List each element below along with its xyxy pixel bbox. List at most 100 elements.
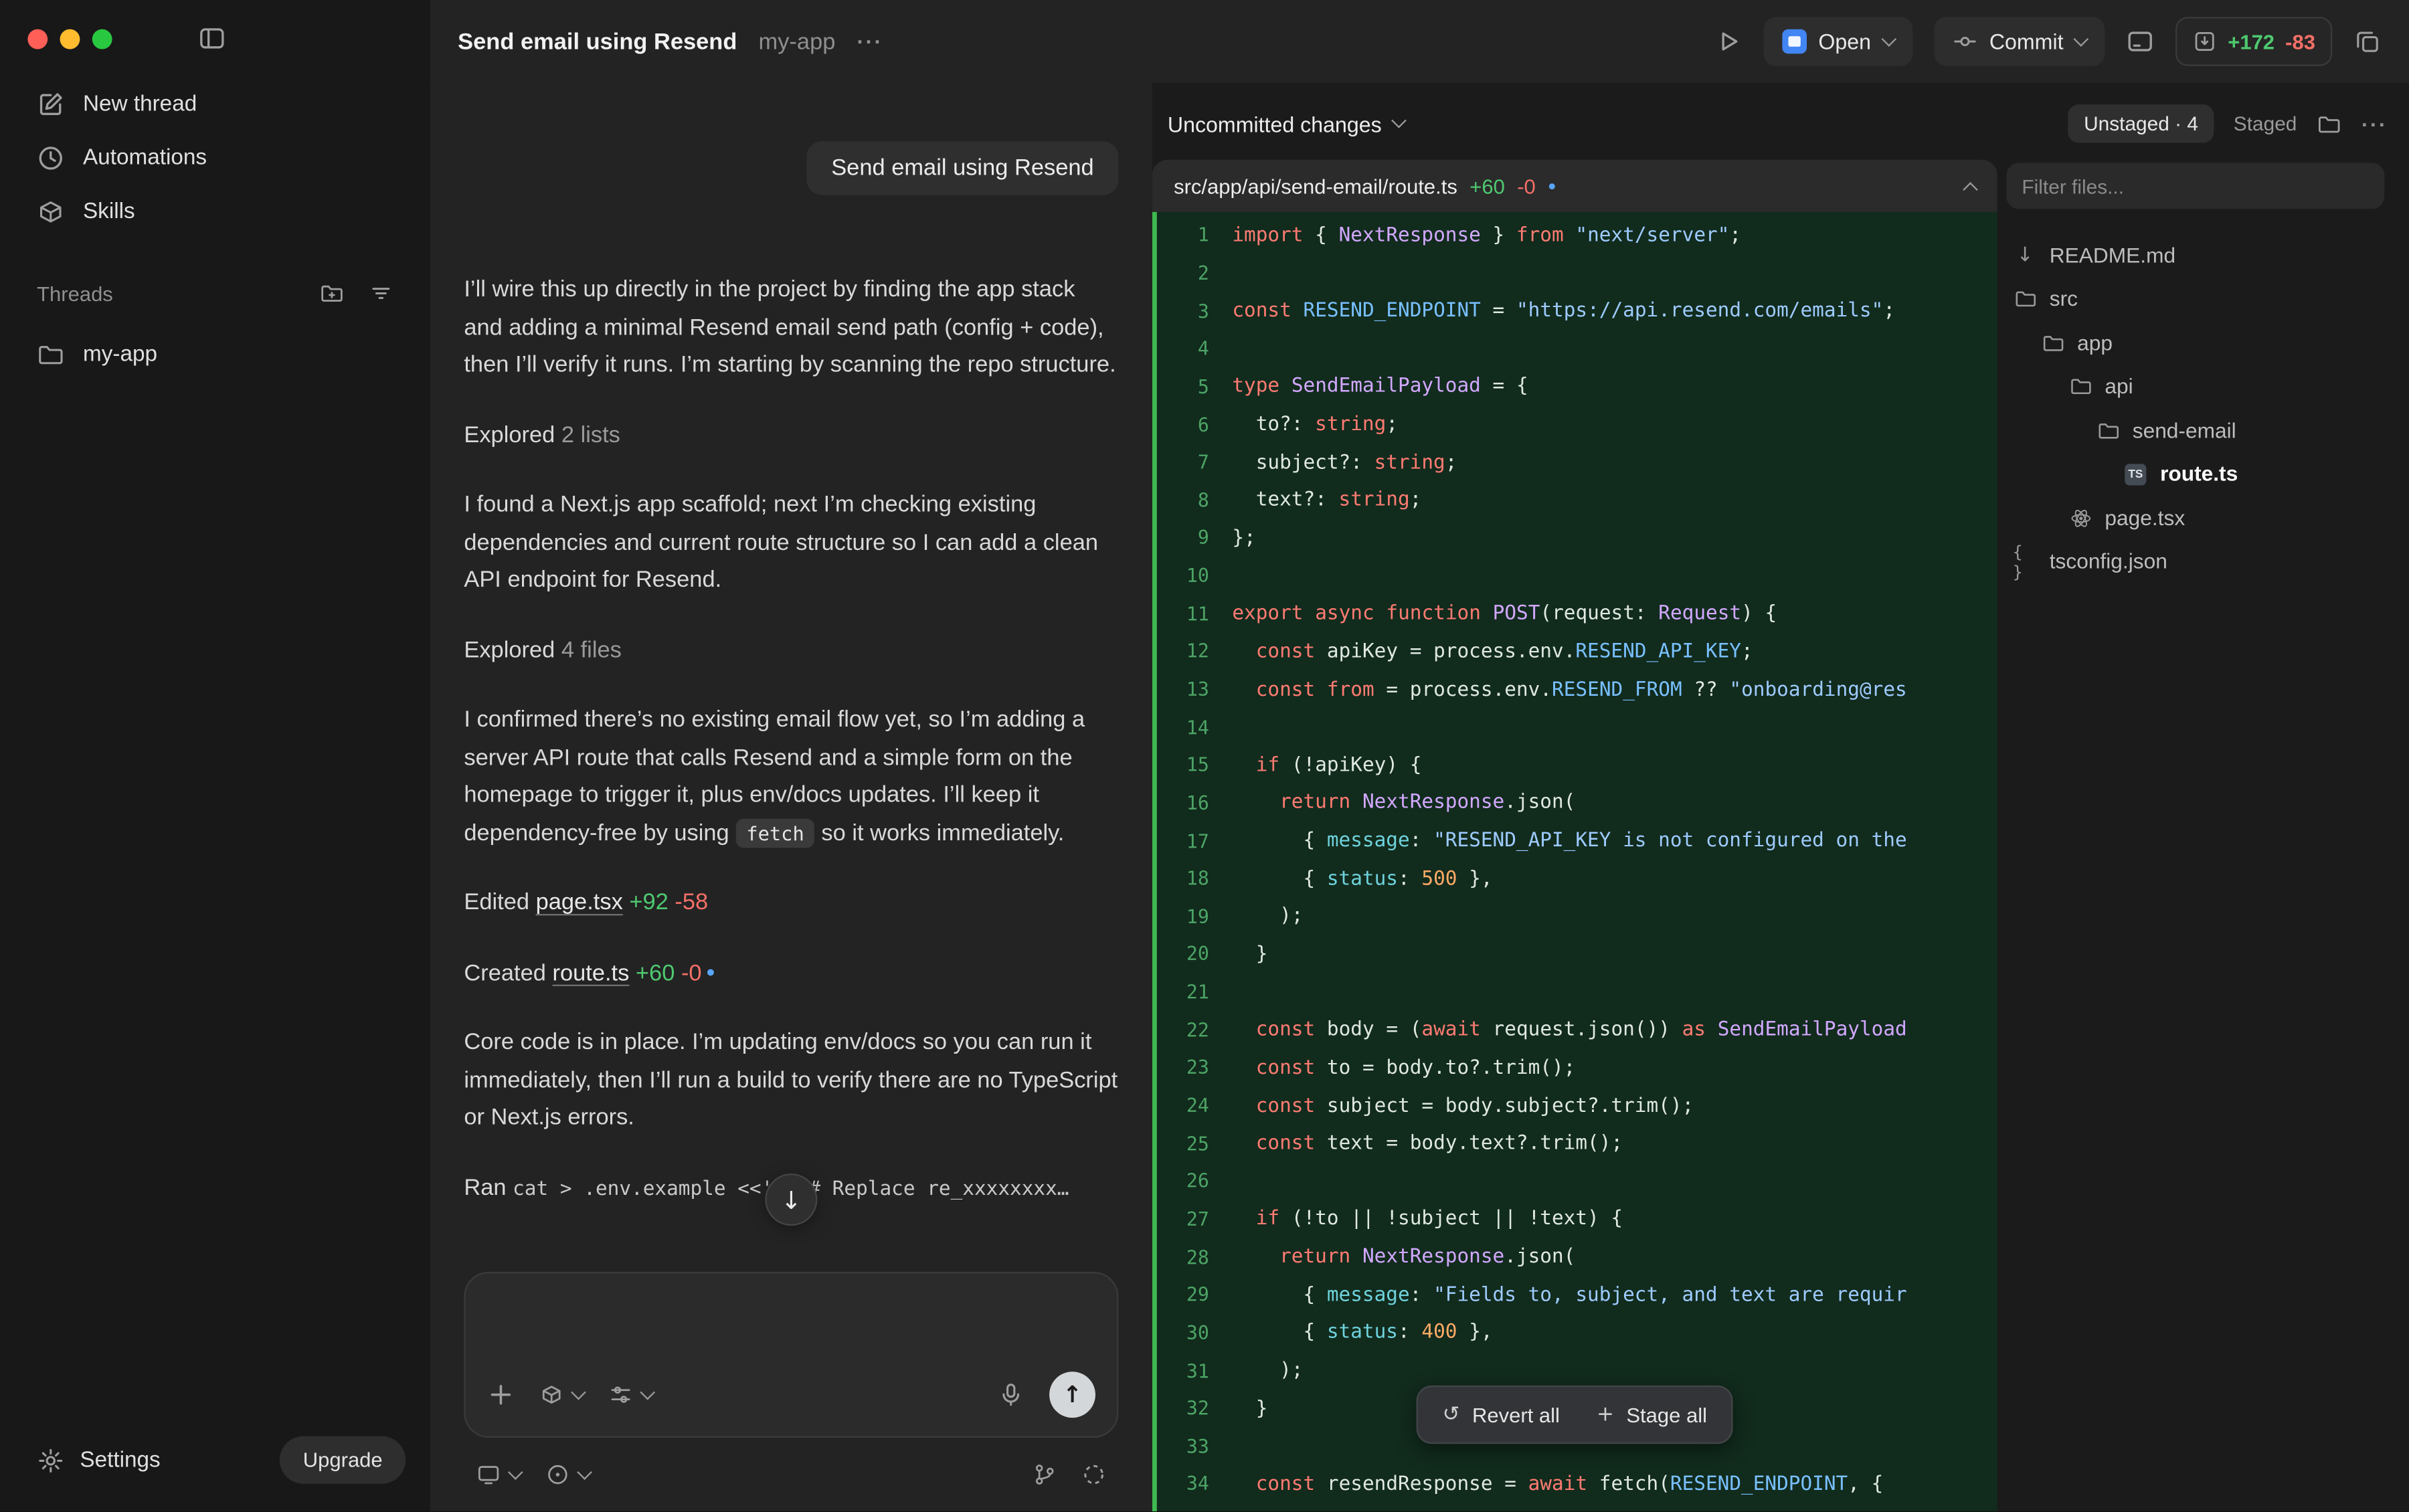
settings-label: Settings <box>80 1448 160 1473</box>
line-number: 25 <box>1157 1133 1209 1155</box>
collapse-files-icon[interactable] <box>2317 111 2341 136</box>
stage-all-button[interactable]: + Stage all <box>1581 1393 1722 1436</box>
file-tree-item-route.ts[interactable]: TSroute.ts <box>2006 452 2384 496</box>
new-folder-icon[interactable] <box>320 281 345 306</box>
file-tree-item-README.md[interactable]: ↓README.md <box>2006 233 2384 277</box>
open-label: Open <box>1818 29 1871 54</box>
status-spinner-icon[interactable] <box>1081 1462 1106 1487</box>
terminal-panel-icon[interactable] <box>2127 27 2154 55</box>
chevron-down-icon <box>1392 113 1407 128</box>
line-number: 9 <box>1157 528 1209 549</box>
sidebar-item-skills[interactable]: Skills <box>15 185 415 238</box>
context-selector[interactable] <box>545 1462 590 1487</box>
file-link[interactable]: route.ts <box>552 959 629 985</box>
line-number: 14 <box>1157 717 1209 738</box>
thread-menu-icon[interactable]: ··· <box>857 29 883 54</box>
copy-icon[interactable] <box>2353 27 2381 55</box>
text-segment: -0 <box>675 959 701 985</box>
folder-icon <box>2096 419 2121 442</box>
diff-line-27: 27 if (!to || !subject || !text) { <box>1157 1201 1997 1239</box>
line-number: 24 <box>1157 1095 1209 1117</box>
up-arrow-icon: ↑ <box>1063 1381 1082 1408</box>
gear-icon <box>37 1446 64 1474</box>
nav-label: New thread <box>83 92 197 116</box>
diff-file-header[interactable]: src/app/api/send-email/route.ts +60 -0 ● <box>1152 160 1997 212</box>
file-tree-item-src[interactable]: src <box>2006 277 2384 320</box>
file-name: app <box>2077 331 2113 354</box>
unstaged-tab[interactable]: Unstaged · 4 <box>2068 104 2214 143</box>
thread-label: my-app <box>83 342 157 367</box>
react-icon <box>2068 506 2092 529</box>
line-number: 12 <box>1157 641 1209 662</box>
text-segment: # Replace re_xxxxxxxx… <box>797 1177 1069 1200</box>
stage-all-label: Stage all <box>1626 1403 1707 1426</box>
file-name: page.tsx <box>2105 506 2185 529</box>
file-link[interactable]: page.tsx <box>536 889 623 915</box>
file-list: ↓README.mdsrc app api send-email TSroute.ts p… <box>2006 233 2384 583</box>
scroll-to-bottom-button[interactable]: ↓ <box>765 1173 817 1226</box>
line-number: 20 <box>1157 944 1209 965</box>
file-tree-item-api[interactable]: api <box>2006 365 2384 408</box>
diff-stats-badge[interactable]: +172 -83 <box>2175 17 2332 66</box>
diff-line-25: 25 const text = body.text?.trim(); <box>1157 1125 1997 1163</box>
revert-all-button[interactable]: ↺ Revert all <box>1427 1393 1575 1436</box>
filter-files-input[interactable] <box>2006 163 2384 209</box>
settings-button[interactable]: Settings <box>37 1446 161 1474</box>
git-branch-icon[interactable] <box>1033 1462 1057 1487</box>
run-icon[interactable] <box>1714 27 1741 55</box>
diff-line-30: 30 { status: 400 }, <box>1157 1314 1997 1352</box>
sidebar-nav: New thread Automations Skills <box>0 68 430 238</box>
diff-line-4: 4 <box>1157 330 1997 368</box>
assistant-paragraph: Core code is in place. I’m updating env/… <box>464 1025 1118 1138</box>
down-arrow-icon: ↓ <box>781 1185 802 1214</box>
sidebar-toggle-icon[interactable] <box>198 25 226 52</box>
assistant-paragraph: Edited page.tsx +92 -58 <box>464 884 1118 922</box>
chevron-down-icon <box>508 1464 523 1479</box>
thread-item-my-app[interactable]: my-app <box>15 327 415 381</box>
open-button[interactable]: Open <box>1763 17 1912 66</box>
diff-line-24: 24 const subject = body.subject?.trim(); <box>1157 1087 1997 1125</box>
line-number: 27 <box>1157 1209 1209 1230</box>
send-button[interactable]: ↑ <box>1049 1372 1095 1418</box>
line-number: 19 <box>1157 906 1209 927</box>
commit-button[interactable]: Commit <box>1934 17 2105 66</box>
braces-icon: { } <box>2013 542 2038 582</box>
model-selector[interactable] <box>539 1382 584 1407</box>
diff-line-31: 31 ); <box>1157 1352 1997 1390</box>
zoom-window-button[interactable] <box>92 28 112 48</box>
changes-menu-icon[interactable]: ··· <box>2361 111 2388 136</box>
minimize-window-button[interactable] <box>60 28 80 48</box>
file-tree-item-tsconfig.json[interactable]: { }tsconfig.json <box>2006 540 2384 583</box>
environment-selector[interactable] <box>476 1462 521 1487</box>
line-content: { message: "RESEND_API_KEY is not config… <box>1209 830 1997 852</box>
upgrade-button[interactable]: Upgrade <box>280 1436 406 1484</box>
file-tree-item-app[interactable]: app <box>2006 321 2384 365</box>
sidebar-item-automations[interactable]: Automations <box>15 130 415 184</box>
circle-icon <box>545 1462 570 1487</box>
line-number: 11 <box>1157 603 1209 625</box>
file-tree-item-page.tsx[interactable]: page.tsx <box>2006 496 2384 540</box>
sidebar-item-new-thread[interactable]: New thread <box>15 77 415 130</box>
mic-icon[interactable] <box>997 1381 1024 1408</box>
text-segment: Created <box>464 959 552 985</box>
file-name: send-email <box>2133 419 2236 442</box>
line-content: const subject = body.subject?.trim(); <box>1209 1095 1997 1117</box>
text-segment: -58 <box>668 889 708 915</box>
mode-selector[interactable] <box>608 1382 653 1407</box>
open-app-icon <box>1781 29 1806 54</box>
diff-line-22: 22 const body = (await request.json()) a… <box>1157 1012 1997 1050</box>
line-content: type SendEmailPayload = { <box>1209 375 1997 398</box>
diff-line-29: 29 { message: "Fields to, subject, and t… <box>1157 1277 1997 1315</box>
line-content: { status: 400 }, <box>1209 1321 1997 1344</box>
line-content: ); <box>1209 905 1997 928</box>
message-input[interactable] <box>487 1295 1095 1362</box>
staged-tab[interactable]: Staged <box>2234 112 2297 135</box>
line-number: 26 <box>1157 1171 1209 1192</box>
close-window-button[interactable] <box>27 28 48 48</box>
uncommitted-changes-dropdown[interactable]: Uncommitted changes <box>1168 111 1405 136</box>
file-tree-item-send-email[interactable]: send-email <box>2006 409 2384 452</box>
plus-icon: + <box>1597 1402 1614 1427</box>
text-segment: cat > .env.example <<'EO <box>513 1177 797 1200</box>
attach-icon[interactable] <box>487 1381 515 1408</box>
filter-icon[interactable] <box>369 281 393 306</box>
